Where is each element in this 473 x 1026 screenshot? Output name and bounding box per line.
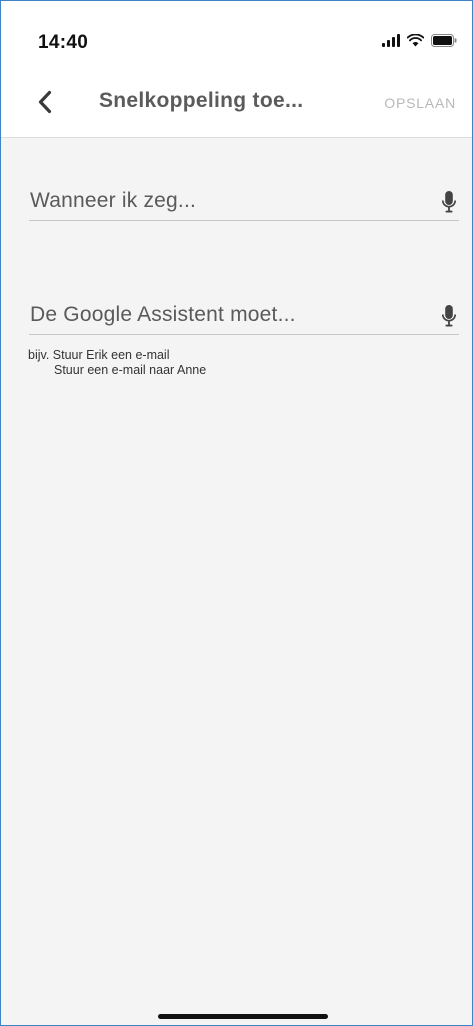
signal-icon — [382, 34, 400, 47]
chevron-left-icon — [38, 90, 52, 114]
assistant-action-field[interactable]: De Google Assistent moet... — [29, 294, 459, 335]
top-bar: 14:40 Snelkoppeling toe... OPSLAAN — [1, 1, 472, 138]
assistant-action-placeholder: De Google Assistent moet... — [30, 303, 296, 326]
back-button[interactable] — [29, 86, 61, 118]
home-indicator[interactable] — [158, 1014, 328, 1019]
microphone-icon[interactable] — [441, 304, 457, 328]
microphone-icon[interactable] — [441, 190, 457, 214]
save-button[interactable]: OPSLAAN — [384, 95, 456, 111]
hint-line-1: bijv. Stuur Erik een e-mail — [28, 348, 170, 362]
page-title: Snelkoppeling toe... — [99, 89, 304, 112]
status-time: 14:40 — [38, 32, 89, 53]
hint-line-2: Stuur een e-mail naar Anne — [54, 363, 207, 377]
trigger-phrase-field[interactable]: Wanneer ik zeg... — [29, 180, 459, 221]
status-icons — [382, 34, 458, 47]
battery-icon — [431, 34, 458, 47]
wifi-icon — [407, 34, 424, 47]
example-hint: bijv. Stuur Erik een e-mail Stuur een e-… — [28, 348, 206, 378]
app-screen: 14:40 Snelkoppeling toe... OPSLAAN Wanne… — [0, 0, 473, 1026]
trigger-phrase-placeholder: Wanneer ik zeg... — [30, 189, 197, 212]
